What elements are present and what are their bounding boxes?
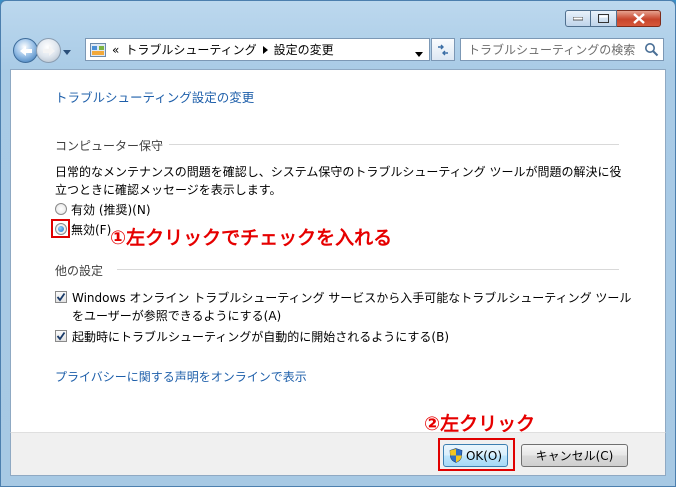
address-dropdown-icon[interactable] <box>415 46 423 60</box>
refresh-icon <box>438 44 448 55</box>
search-placeholder: トラブルシューティングの検索 <box>468 43 636 57</box>
maintenance-description-line2: 立つときに確認メッセージを表示します。 <box>55 183 282 197</box>
dialog-footer: OK(O) キャンセル(C) <box>10 432 666 476</box>
minimize-button[interactable] <box>565 10 591 27</box>
radio-enabled[interactable] <box>55 203 67 215</box>
annotation-step1: ①左クリックでチェックを入れる <box>110 227 393 249</box>
section-heading-other: 他の設定 <box>55 264 104 278</box>
control-panel-icon <box>90 42 106 57</box>
section-divider <box>117 269 619 270</box>
recent-pages-dropdown[interactable] <box>63 41 71 60</box>
checkbox-auto-start[interactable] <box>55 330 67 342</box>
maximize-icon <box>598 14 609 23</box>
breadcrumb-separator-icon[interactable] <box>262 43 268 57</box>
close-button[interactable] <box>617 10 661 27</box>
refresh-button[interactable] <box>431 38 455 61</box>
minimize-icon <box>573 16 583 20</box>
radio-disabled-label[interactable]: 無効(F) <box>71 221 111 238</box>
checkmark-icon <box>56 292 66 302</box>
page-title: トラブルシューティング設定の変更 <box>55 90 255 105</box>
window: « トラブルシューティング 設定の変更 トラブルシューティングの検索 トラブルシ… <box>0 0 676 487</box>
maximize-button[interactable] <box>591 10 617 27</box>
checkmark-icon <box>56 331 66 341</box>
section-heading-maintenance: コンピューター保守 <box>55 139 164 153</box>
caption-buttons <box>565 10 661 27</box>
checkbox-auto-start-label[interactable]: 起動時にトラブルシューティングが自動的に開始されるようにする(B) <box>72 328 449 345</box>
checkbox-online-troubleshooting[interactable] <box>55 291 67 303</box>
maintenance-description-line1: 日常的なメンテナンスの問題を確認し、システム保守のトラブルシューティング ツール… <box>55 165 622 179</box>
highlight-box-ok <box>438 438 515 471</box>
navigation-buttons <box>13 38 71 63</box>
checkbox-online-label-line1[interactable]: Windows オンライン トラブルシューティング サービスから入手可能なトラブ… <box>72 289 631 306</box>
back-button[interactable] <box>13 38 38 63</box>
search-icon[interactable] <box>644 42 659 57</box>
section-divider <box>169 144 619 145</box>
radio-enabled-label[interactable]: 有効 (推奨)(N) <box>71 201 151 218</box>
content-panel: トラブルシューティング設定の変更 コンピューター保守 日常的なメンテナンスの問題… <box>10 69 666 435</box>
breadcrumb-change-settings[interactable]: 設定の変更 <box>274 41 334 58</box>
highlight-box-radio <box>51 219 70 238</box>
breadcrumb-troubleshooting[interactable]: トラブルシューティング <box>125 41 256 58</box>
chevron-down-icon <box>63 50 71 55</box>
search-input[interactable]: トラブルシューティングの検索 <box>460 38 664 61</box>
close-icon <box>632 13 645 24</box>
breadcrumb-overflow[interactable]: « <box>112 43 119 57</box>
forward-arrow-icon <box>42 45 55 56</box>
privacy-statement-link[interactable]: プライバシーに関する声明をオンラインで表示 <box>55 368 307 385</box>
address-bar[interactable]: « トラブルシューティング 設定の変更 <box>85 38 430 61</box>
back-arrow-icon <box>19 45 32 56</box>
checkbox-online-label-line2[interactable]: をユーザーが参照できるようにする(A) <box>72 307 281 324</box>
cancel-button[interactable]: キャンセル(C) <box>521 444 628 467</box>
forward-button[interactable] <box>36 38 61 63</box>
cancel-button-label: キャンセル(C) <box>535 449 614 463</box>
